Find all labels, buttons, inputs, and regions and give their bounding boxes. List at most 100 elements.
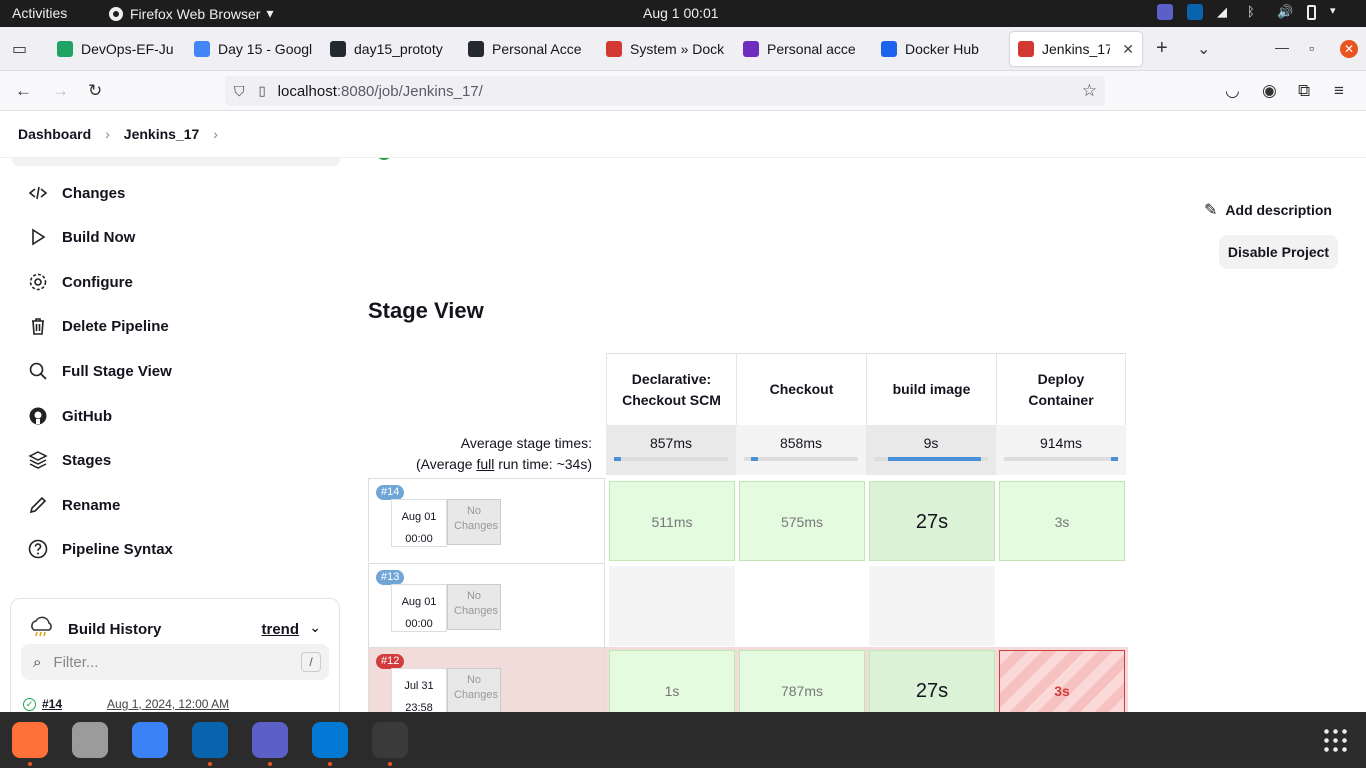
shield-icon[interactable]: ⛉ <box>234 83 245 100</box>
trend-link[interactable]: trend <box>262 621 300 638</box>
sidebar-item-github[interactable]: GitHub <box>28 401 112 431</box>
firefox-icon[interactable] <box>12 722 48 758</box>
build-link[interactable]: #14 <box>42 697 62 711</box>
new-tab-button[interactable]: + <box>1156 37 1168 60</box>
browser-tab[interactable]: DevOps-EF-Ju <box>49 32 184 66</box>
add-description-button[interactable]: ✎ Add description <box>1204 200 1332 220</box>
add-description-label: Add description <box>1225 202 1332 218</box>
running-indicator <box>328 762 332 766</box>
bookmark-star-icon[interactable]: ☆ <box>1082 81 1097 101</box>
build-number-badge[interactable]: #14 <box>376 485 405 500</box>
stage-cell[interactable] <box>609 566 735 646</box>
stage-cell[interactable] <box>999 566 1125 646</box>
browser-tab[interactable]: Docker Hub <box>873 32 1008 66</box>
sidebar-item-full-stage-view[interactable]: Full Stage View <box>28 356 172 386</box>
build-number-badge[interactable]: #13 <box>376 570 405 585</box>
sidebar-status-item[interactable] <box>12 158 340 166</box>
extensions-icon[interactable]: ⧉ <box>1298 81 1310 101</box>
sidebar-item-pipeline-syntax[interactable]: Pipeline Syntax <box>28 534 173 564</box>
build-filter-input[interactable]: ⌕ Filter... / <box>21 644 329 680</box>
clock[interactable]: Aug 1 00:01 <box>643 5 719 21</box>
browser-tab[interactable]: day15_prototy <box>322 32 457 66</box>
sidebar-item-configure[interactable]: Configure <box>28 267 133 297</box>
browser-tab[interactable]: Day 15 - Googl <box>186 32 321 66</box>
volume-icon[interactable]: 🔊 <box>1277 4 1293 20</box>
sidebar-item-changes[interactable]: Changes <box>28 178 125 208</box>
stage-cell[interactable]: 1s <box>609 650 735 712</box>
sidebar-item-label: Stages <box>62 451 112 469</box>
maximize-button[interactable]: ▫ <box>1309 40 1314 56</box>
teams-tray-icon[interactable] <box>1157 4 1173 20</box>
stage-cell[interactable]: 3s <box>999 481 1125 561</box>
show-apps-grid-icon[interactable] <box>1322 727 1348 753</box>
no-changes-box[interactable]: No Changes <box>447 499 501 545</box>
hamburger-menu-icon[interactable]: ≡ <box>1334 81 1344 101</box>
vscode-icon[interactable] <box>312 722 348 758</box>
browser-tab[interactable]: System » Dock <box>598 32 733 66</box>
activities-button[interactable]: Activities <box>12 5 67 21</box>
stage-cell[interactable]: 27s <box>869 650 995 712</box>
url-host: localhost <box>277 82 337 100</box>
sidebar-item-delete-pipeline[interactable]: Delete Pipeline <box>28 311 169 341</box>
browser-tab[interactable]: Personal acce <box>735 32 870 66</box>
stage-cell[interactable]: 511ms <box>609 481 735 561</box>
stage-cell[interactable] <box>869 566 995 646</box>
sidebar-item-build-now[interactable]: Build Now <box>28 222 135 252</box>
chevron-down-icon[interactable]: ⌄ <box>309 619 321 636</box>
back-button[interactable]: ← <box>15 81 32 101</box>
disable-project-button[interactable]: Disable Project <box>1219 235 1338 269</box>
account-icon[interactable]: ◉ <box>1262 81 1277 101</box>
stage-duration: 27s <box>915 680 949 702</box>
text-editor-icon[interactable] <box>132 722 168 758</box>
reload-button[interactable]: ↻ <box>88 81 102 101</box>
breadcrumb-dashboard[interactable]: Dashboard <box>18 126 91 142</box>
build-run-info: #13 Aug 01 00:00 No Changes <box>368 563 605 647</box>
sidebar-item-stages[interactable]: Stages <box>28 445 111 475</box>
list-all-tabs-button[interactable]: ⌄ <box>1197 39 1210 59</box>
stage-cell[interactable]: 787ms <box>739 650 865 712</box>
wifi-icon[interactable]: ◢ <box>1217 4 1233 20</box>
stage-cell[interactable]: 27s <box>869 481 995 561</box>
firefox-view-icon[interactable]: ▭ <box>12 39 27 59</box>
app-menu[interactable]: Firefox Web Browser ▾ <box>108 5 273 22</box>
sidebar-item-rename[interactable]: Rename <box>28 490 120 520</box>
stage-average-bar <box>614 457 728 461</box>
minimize-button[interactable]: — <box>1275 39 1289 55</box>
outlook-icon[interactable] <box>192 722 228 758</box>
page-icon[interactable]: ▯ <box>259 83 266 99</box>
no-changes-box[interactable]: No Changes <box>447 584 501 630</box>
forward-button[interactable]: → <box>52 81 69 101</box>
close-tab-icon[interactable]: ✕ <box>1122 41 1134 58</box>
battery-icon[interactable] <box>1307 4 1316 20</box>
browser-tab[interactable]: Jenkins_17 ✕ <box>1010 32 1142 66</box>
docker-icon <box>743 41 759 57</box>
stage-average-cell: 9s <box>866 425 996 475</box>
stage-header: Declarative: Checkout SCM <box>606 353 736 425</box>
url-bar[interactable]: ⛉ ▯ localhost:8080/job/Jenkins_17/ ☆ <box>225 76 1105 106</box>
close-window-button[interactable]: ✕ <box>1340 40 1358 58</box>
stage-cell[interactable]: 575ms <box>739 481 865 561</box>
stage-cell[interactable] <box>739 566 865 646</box>
full-run-link[interactable]: full <box>476 456 494 472</box>
gear-icon <box>29 273 47 291</box>
no-changes-box[interactable]: No Changes <box>447 668 501 712</box>
stage-cell[interactable]: 3s <box>999 650 1125 712</box>
files-icon[interactable] <box>72 722 108 758</box>
pencil-icon: ✎ <box>1204 202 1218 219</box>
breadcrumb-job[interactable]: Jenkins_17 <box>124 126 200 142</box>
dock <box>0 712 1366 768</box>
average-stage-times-label: Average stage times: (Average full run t… <box>368 433 592 475</box>
system-tray[interactable]: ◢ ᛒ 🔊 ▾ <box>1157 4 1346 20</box>
outlook-tray-icon[interactable] <box>1187 4 1203 20</box>
chevron-right-icon[interactable]: › <box>213 126 218 142</box>
terminal-icon[interactable] <box>372 722 408 758</box>
build-date-link[interactable]: Aug 1, 2024, 12:00 AM <box>107 697 229 711</box>
bluetooth-icon[interactable]: ᛒ <box>1247 4 1263 20</box>
browser-tab[interactable]: Personal Acce <box>460 32 595 66</box>
history-row[interactable]: ✓ #14 Aug 1, 2024, 12:00 AM <box>23 697 229 711</box>
build-number-badge[interactable]: #12 <box>376 654 405 669</box>
teams-icon[interactable] <box>252 722 288 758</box>
sidebar-item-label: Full Stage View <box>62 362 172 380</box>
power-menu-icon[interactable]: ▾ <box>1330 4 1346 20</box>
pocket-icon[interactable]: ◡ <box>1225 81 1240 101</box>
